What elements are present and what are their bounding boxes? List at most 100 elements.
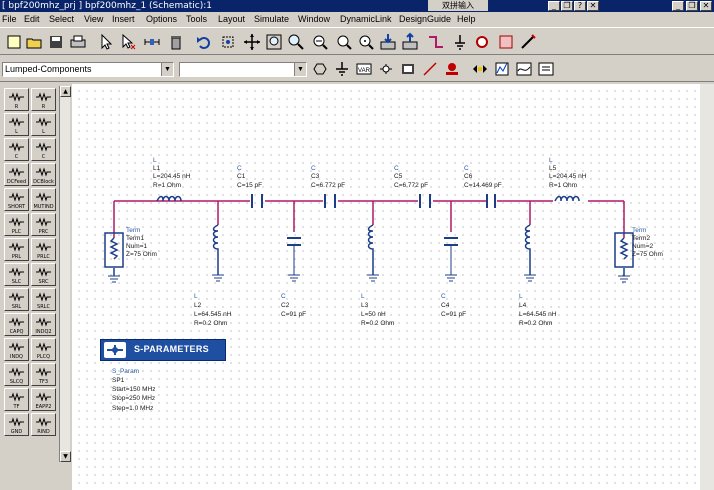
scroll-up-icon[interactable]: ▲ — [60, 86, 71, 97]
zoom-out-icon[interactable] — [334, 32, 354, 52]
palette-item-gnd[interactable]: GND — [4, 413, 29, 436]
palette-item-eapp2[interactable]: EAPP2 — [31, 388, 56, 411]
undo-icon[interactable] — [194, 32, 214, 52]
menu-layout[interactable]: Layout — [218, 13, 245, 25]
select-pointer-icon[interactable] — [96, 32, 116, 52]
menu-select[interactable]: Select — [49, 13, 74, 25]
l3-symbol[interactable] — [367, 224, 379, 282]
c2-symbol[interactable] — [287, 237, 301, 282]
name-icon[interactable] — [398, 59, 418, 79]
menu-view[interactable]: View — [84, 13, 103, 25]
insert-text-icon[interactable] — [496, 32, 516, 52]
print-icon[interactable] — [68, 32, 88, 52]
zoom-area-icon[interactable] — [310, 32, 330, 52]
ime-indicator[interactable]: 双拼输入 — [428, 0, 488, 11]
var-eqn-icon[interactable]: VAR — [354, 59, 374, 79]
component-library-icon[interactable] — [310, 59, 330, 79]
app-close-button[interactable]: ✕ — [587, 1, 599, 11]
palette-item-prl[interactable]: PRL — [4, 238, 29, 261]
menu-designguide[interactable]: DesignGuide — [399, 13, 451, 25]
simulate-gear-icon[interactable] — [518, 32, 538, 52]
menu-dynamiclink[interactable]: DynamicLink — [340, 13, 392, 25]
deselect-icon[interactable] — [118, 32, 138, 52]
palette-item-src[interactable]: SRC — [31, 263, 56, 286]
palette-item-dcfeed[interactable]: DCFeed — [4, 163, 29, 186]
palette-item-dcblock[interactable]: DCBlock — [31, 163, 56, 186]
palette-item-short[interactable]: SHORT — [4, 188, 29, 211]
wire-label-icon[interactable] — [420, 59, 440, 79]
menu-help[interactable]: Help — [457, 13, 476, 25]
chevron-down-icon[interactable]: ▼ — [294, 63, 306, 76]
c3-symbol[interactable] — [324, 194, 336, 208]
palette-item-srl[interactable]: SRL — [4, 288, 29, 311]
l4-symbol[interactable] — [524, 224, 536, 282]
save-icon[interactable] — [46, 32, 66, 52]
c1-symbol[interactable] — [251, 194, 263, 208]
schematic-canvas[interactable]: Term Term1 Num=1 Z=75 Ohm Term Term2 Num… — [72, 84, 700, 490]
new-icon[interactable] — [4, 32, 24, 52]
delete-trash-icon[interactable] — [166, 32, 186, 52]
menu-edit[interactable]: Edit — [24, 13, 40, 25]
palette-item-tf3[interactable]: TF3 — [31, 363, 56, 386]
palette-item-r[interactable]: R — [4, 88, 29, 111]
menu-simulate[interactable]: Simulate — [254, 13, 289, 25]
ground-symbol-icon[interactable] — [332, 59, 352, 79]
menu-tools[interactable]: Tools — [186, 13, 207, 25]
insert-ground-icon[interactable] — [450, 32, 470, 52]
palette-item-prc[interactable]: PRC — [31, 213, 56, 236]
palette-item-r[interactable]: R — [31, 88, 56, 111]
help-button[interactable]: ? — [574, 1, 586, 11]
maximize-button[interactable]: ❐ — [686, 1, 698, 11]
probe-icon[interactable] — [442, 59, 462, 79]
palette-item-c[interactable]: C — [31, 138, 56, 161]
insert-port-icon[interactable] — [472, 32, 492, 52]
open-folder-icon[interactable] — [24, 32, 44, 52]
rotate-icon[interactable] — [218, 32, 238, 52]
optimize-icon[interactable] — [492, 59, 512, 79]
menu-file[interactable]: File — [2, 13, 17, 25]
palette-item-rind[interactable]: RIND — [31, 413, 56, 436]
palette-item-plcq[interactable]: PLCQ — [31, 338, 56, 361]
component-history-select[interactable]: ▼ — [179, 62, 307, 77]
menu-window[interactable]: Window — [298, 13, 330, 25]
palette-item-prlc[interactable]: PRLC — [31, 238, 56, 261]
scroll-down-icon[interactable]: ▼ — [60, 451, 71, 462]
pop-out-icon[interactable] — [400, 32, 420, 52]
palette-item-plc[interactable]: PLC — [4, 213, 29, 236]
c4-symbol[interactable] — [444, 237, 458, 282]
app-restore-button[interactable]: ❐ — [561, 1, 573, 11]
port-symbol-icon[interactable] — [376, 59, 396, 79]
close-button[interactable]: ✕ — [700, 1, 712, 11]
display-results-icon[interactable] — [514, 59, 534, 79]
tuning-icon[interactable] — [470, 59, 490, 79]
canvas-vertical-scrollbar[interactable] — [700, 84, 714, 490]
l2-symbol[interactable] — [212, 224, 224, 282]
palette-item-l[interactable]: L — [31, 113, 56, 136]
insert-wire-icon[interactable] — [426, 32, 446, 52]
chevron-down-icon[interactable]: ▼ — [161, 63, 173, 76]
palette-scrollbar[interactable]: ▲ ▼ — [59, 86, 71, 462]
palette-item-c[interactable]: C — [4, 138, 29, 161]
palette-item-indq2[interactable]: INDQ2 — [31, 313, 56, 336]
c6-symbol[interactable] — [486, 194, 496, 208]
align-icon[interactable] — [142, 32, 162, 52]
data-display-icon[interactable] — [536, 59, 556, 79]
palette-item-tf[interactable]: TF — [4, 388, 29, 411]
zoom-in-icon[interactable] — [286, 32, 306, 52]
l5-symbol[interactable] — [554, 195, 580, 202]
app-minimize-button[interactable]: _ — [548, 1, 560, 11]
zoom-point-icon[interactable] — [356, 32, 376, 52]
minimize-button[interactable]: _ — [672, 1, 684, 11]
palette-item-slc[interactable]: SLC — [4, 263, 29, 286]
c5-symbol[interactable] — [419, 194, 431, 208]
palette-item-capq[interactable]: CAPQ — [4, 313, 29, 336]
palette-item-srlc[interactable]: SRLC — [31, 288, 56, 311]
menu-insert[interactable]: Insert — [112, 13, 135, 25]
library-palette-select[interactable]: Lumped-Components ▼ — [2, 62, 174, 77]
zoom-fit-icon[interactable] — [264, 32, 284, 52]
palette-item-slcq[interactable]: SLCQ — [4, 363, 29, 386]
menu-options[interactable]: Options — [146, 13, 177, 25]
move-icon[interactable] — [242, 32, 262, 52]
push-into-icon[interactable] — [378, 32, 398, 52]
palette-item-l[interactable]: L — [4, 113, 29, 136]
